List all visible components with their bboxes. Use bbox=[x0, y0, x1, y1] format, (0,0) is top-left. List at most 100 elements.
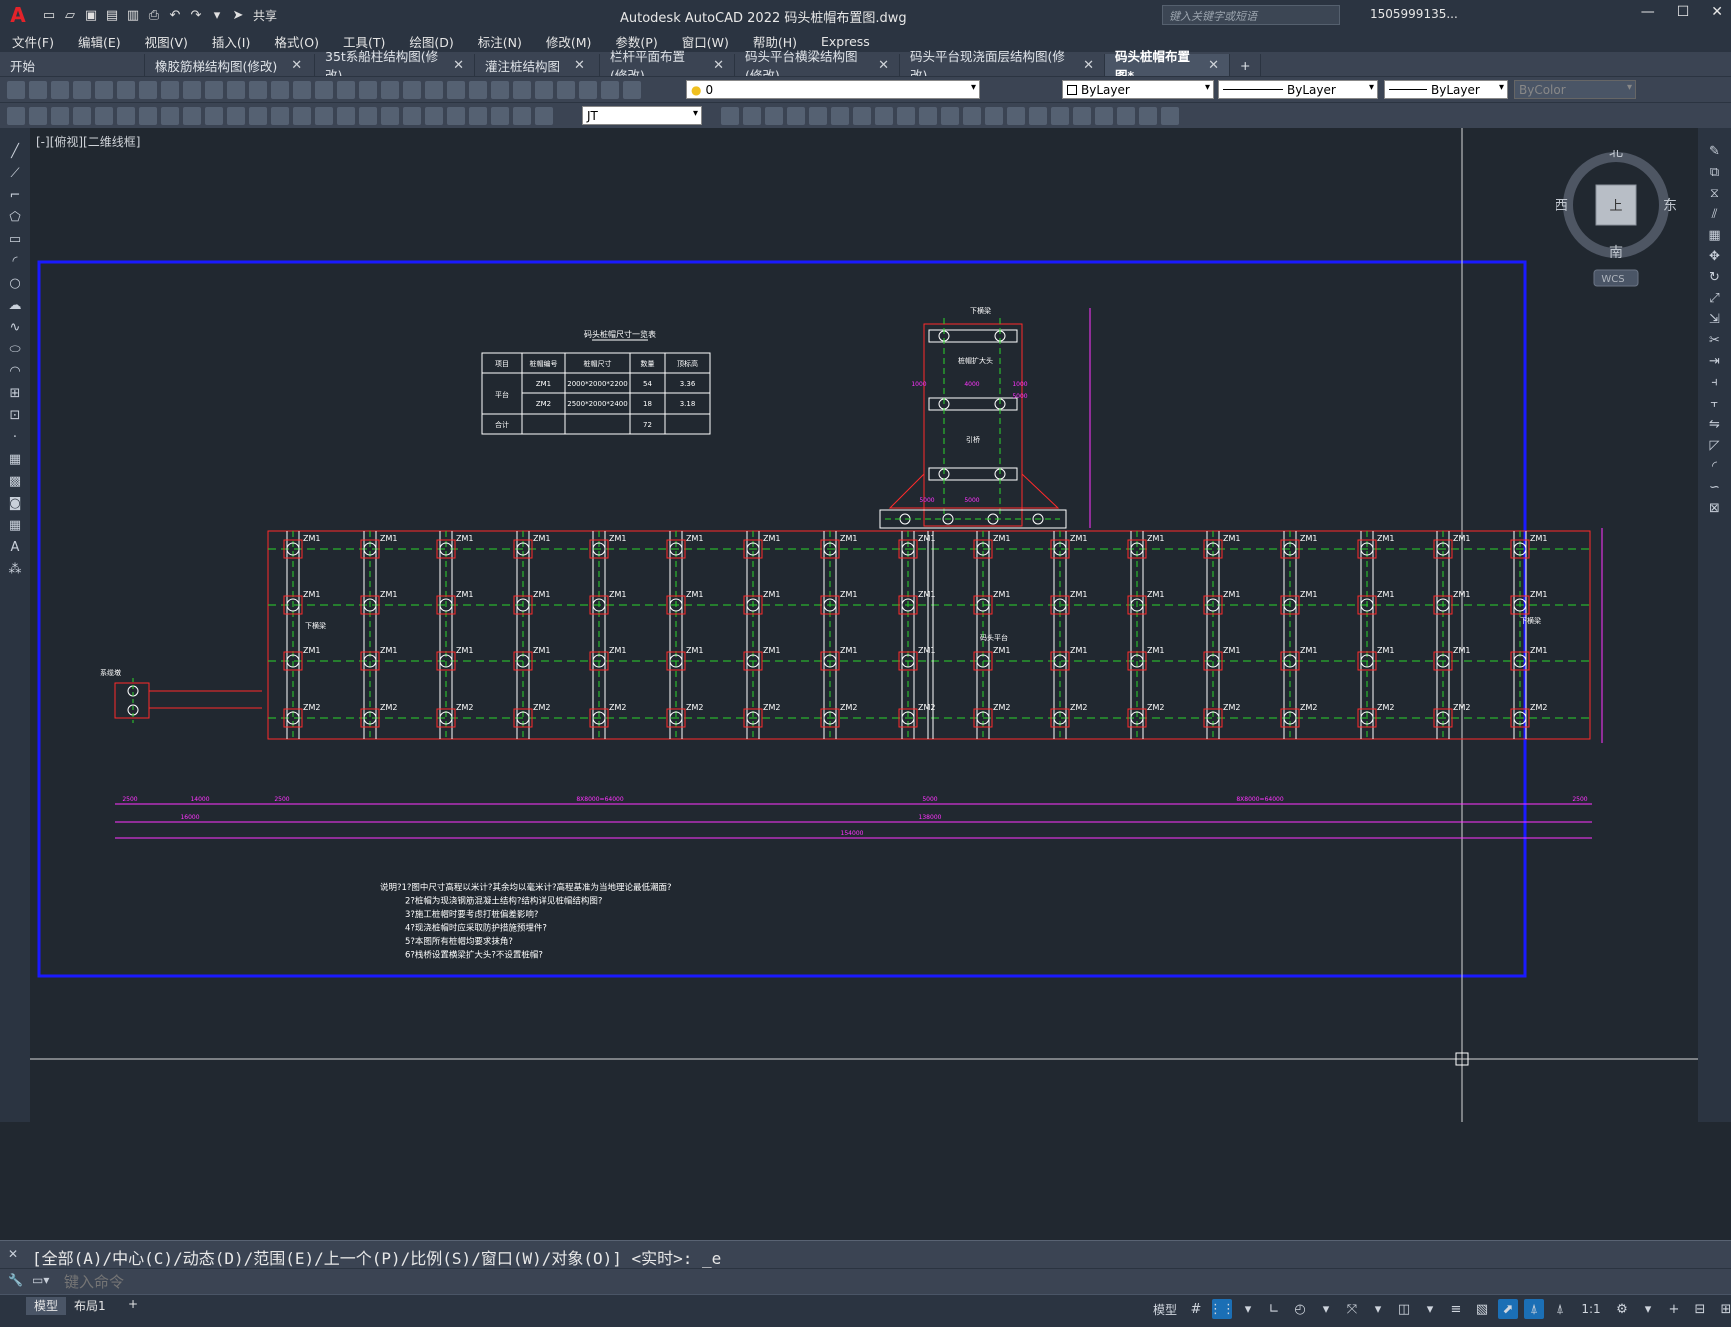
viewport-controls-label[interactable]: [-][俯视][二维线框] bbox=[36, 133, 140, 150]
fillet-icon[interactable]: ◜ bbox=[1706, 457, 1724, 476]
menu-item-8[interactable]: 修改(M) bbox=[534, 32, 604, 51]
explode-icon[interactable]: ⊠ bbox=[1706, 499, 1724, 518]
doc-tab-0[interactable]: 开始 bbox=[0, 54, 145, 76]
doc-tab-4[interactable]: 栏杆平面布置(修改)✕ bbox=[600, 49, 735, 83]
plot-icon[interactable]: ⎙ bbox=[145, 6, 163, 24]
arc-icon[interactable]: ◜ bbox=[7, 252, 23, 270]
tab-layout1[interactable]: 布局1 bbox=[66, 1297, 114, 1315]
polygon-icon[interactable]: ⬠ bbox=[7, 208, 23, 226]
add-layout-icon[interactable]: + bbox=[120, 1297, 146, 1315]
scale-icon[interactable]: ⤢ bbox=[1706, 289, 1724, 308]
textstyle-dropdown[interactable]: JT ▾ bbox=[582, 106, 702, 125]
gradient-icon[interactable]: ▩ bbox=[7, 472, 23, 490]
menu-item-0[interactable]: 文件(F) bbox=[0, 32, 66, 51]
mirror-icon[interactable]: ⧖ bbox=[1706, 184, 1724, 203]
insert-block-icon[interactable]: ⊞ bbox=[7, 384, 23, 402]
snap-icon[interactable]: ⋮⋮ bbox=[1209, 1299, 1235, 1319]
tab-model-layout[interactable]: 模型 bbox=[26, 1297, 67, 1315]
lineweight-icon[interactable]: ≡ bbox=[1446, 1299, 1466, 1319]
break-icon[interactable]: ⫟ bbox=[1706, 394, 1724, 413]
workspace-gear-icon[interactable]: ⚙ bbox=[1612, 1299, 1632, 1319]
polar-icon[interactable]: ◴ bbox=[1290, 1299, 1310, 1319]
table-icon[interactable]: ▦ bbox=[7, 516, 23, 534]
add-selected-icon[interactable]: ⁂ bbox=[7, 560, 23, 578]
doc-tab-6[interactable]: 码头平台现浇面层结构图(修改)✕ bbox=[900, 49, 1105, 83]
autocad-logo-icon[interactable]: A bbox=[6, 3, 30, 27]
open-web-icon[interactable]: ▥ bbox=[124, 6, 142, 24]
line-icon[interactable]: ╱ bbox=[7, 142, 23, 160]
move-icon[interactable]: ✥ bbox=[1706, 247, 1724, 266]
recent-commands-icon[interactable]: ▭▾ bbox=[32, 1273, 49, 1287]
doc-tab-5[interactable]: 码头平台横梁结构图(修改)✕ bbox=[735, 49, 900, 83]
stretch-icon[interactable]: ⇲ bbox=[1706, 310, 1724, 329]
menu-item-2[interactable]: 视图(V) bbox=[133, 32, 200, 51]
close-tab-icon[interactable]: ✕ bbox=[291, 58, 302, 73]
lineweight-dropdown[interactable]: ByLayer ▾ bbox=[1384, 80, 1508, 99]
close-icon[interactable]: ✕ bbox=[1711, 4, 1723, 20]
polyline-icon[interactable]: ⌐ bbox=[7, 186, 23, 204]
annotation-scale[interactable]: 1:1 bbox=[1576, 1299, 1606, 1319]
close-tab-icon[interactable]: ✕ bbox=[574, 58, 585, 73]
isodraft-icon[interactable]: ▾ bbox=[1316, 1299, 1336, 1319]
new-tab-icon[interactable]: + bbox=[1230, 54, 1262, 76]
osnap-icon[interactable]: ◫ bbox=[1394, 1299, 1414, 1319]
dimension-tools[interactable] bbox=[6, 106, 554, 126]
layer-dropdown[interactable]: ● 0 ▾ bbox=[686, 80, 980, 99]
color-dropdown[interactable]: ByLayer ▾ bbox=[1062, 80, 1214, 99]
redo-icon[interactable]: ↷ bbox=[187, 6, 205, 24]
linetype-dropdown[interactable]: ByLayer ▾ bbox=[1218, 80, 1378, 99]
revcloud-icon[interactable]: ☁ bbox=[7, 296, 23, 314]
doc-tab-1[interactable]: 橡胶筋梯结构图(修改) ✕ bbox=[145, 54, 315, 76]
quick-properties-icon[interactable]: ⊞ bbox=[1716, 1299, 1731, 1319]
offset-icon[interactable]: ⫽ bbox=[1706, 205, 1724, 224]
trim-icon[interactable]: ✂ bbox=[1706, 331, 1724, 350]
share-button[interactable]: 共享 bbox=[253, 7, 277, 24]
join-icon[interactable]: ⇋ bbox=[1706, 415, 1724, 434]
circle-icon[interactable]: ○ bbox=[7, 274, 23, 292]
annotation-visibility-icon[interactable]: ⍋ bbox=[1524, 1299, 1544, 1319]
snap-menu-icon[interactable]: ▾ bbox=[1238, 1299, 1258, 1319]
rotate-icon[interactable]: ↻ bbox=[1706, 268, 1724, 287]
minimize-icon[interactable]: — bbox=[1641, 4, 1655, 20]
close-tab-icon[interactable]: ✕ bbox=[1083, 58, 1094, 73]
maximize-icon[interactable]: ☐ bbox=[1677, 4, 1690, 20]
point-icon[interactable]: · bbox=[7, 428, 23, 446]
plotstyle-dropdown[interactable]: ByColor ▾ bbox=[1514, 80, 1636, 99]
copy-icon[interactable]: ⧉ bbox=[1706, 163, 1724, 182]
blend-icon[interactable]: ∽ bbox=[1706, 478, 1724, 497]
autoscale-icon[interactable]: ⍋ bbox=[1550, 1299, 1570, 1319]
doc-tab-7[interactable]: 码头桩帽布置图*✕ bbox=[1105, 49, 1230, 83]
grid-icon[interactable]: # bbox=[1186, 1299, 1206, 1319]
break-point-icon[interactable]: ⫞ bbox=[1706, 373, 1724, 392]
spline-icon[interactable]: ∿ bbox=[7, 318, 23, 336]
viewcube[interactable]: 上 北 南 东 西 WCS bbox=[1554, 144, 1677, 287]
transparency-icon[interactable]: ▧ bbox=[1472, 1299, 1492, 1319]
track-menu-icon[interactable]: ▾ bbox=[1368, 1299, 1388, 1319]
undo-icon[interactable]: ↶ bbox=[166, 6, 184, 24]
annotation-monitor-icon[interactable]: + bbox=[1664, 1299, 1684, 1319]
menu-item-1[interactable]: 编辑(E) bbox=[66, 32, 133, 51]
xline-icon[interactable]: ⟋ bbox=[7, 164, 23, 182]
model-space-button[interactable]: 模型 bbox=[1150, 1299, 1180, 1319]
selection-cycling-icon[interactable]: ⬈ bbox=[1498, 1299, 1518, 1319]
doc-tab-3[interactable]: 灌注桩结构图 ✕ bbox=[475, 54, 600, 76]
close-tab-icon[interactable]: ✕ bbox=[1208, 58, 1219, 73]
search-input[interactable]: 键入关键字或短语 bbox=[1162, 5, 1340, 25]
chamfer-icon[interactable]: ◸ bbox=[1706, 436, 1724, 455]
share-icon[interactable]: ➤ bbox=[229, 6, 247, 24]
customize-icon[interactable]: ▾ bbox=[208, 6, 226, 24]
user-account[interactable]: 1505999135... bbox=[1370, 7, 1458, 21]
workspace-menu-icon[interactable]: ▾ bbox=[1638, 1299, 1658, 1319]
wrench-icon[interactable]: 🔧 bbox=[8, 1273, 23, 1287]
open-icon[interactable]: ▱ bbox=[61, 6, 79, 24]
modify-tools[interactable] bbox=[720, 106, 1180, 126]
close-tab-icon[interactable]: ✕ bbox=[878, 58, 889, 73]
make-block-icon[interactable]: ⊡ bbox=[7, 406, 23, 424]
standard-tools[interactable] bbox=[6, 80, 642, 100]
rectangle-icon[interactable]: ▭ bbox=[7, 230, 23, 248]
ortho-icon[interactable]: ∟ bbox=[1264, 1299, 1284, 1319]
new-icon[interactable]: ▭ bbox=[40, 6, 58, 24]
close-tab-icon[interactable]: ✕ bbox=[453, 58, 464, 73]
menu-item-4[interactable]: 格式(O) bbox=[262, 32, 331, 51]
erase-icon[interactable]: ✎ bbox=[1706, 142, 1724, 161]
